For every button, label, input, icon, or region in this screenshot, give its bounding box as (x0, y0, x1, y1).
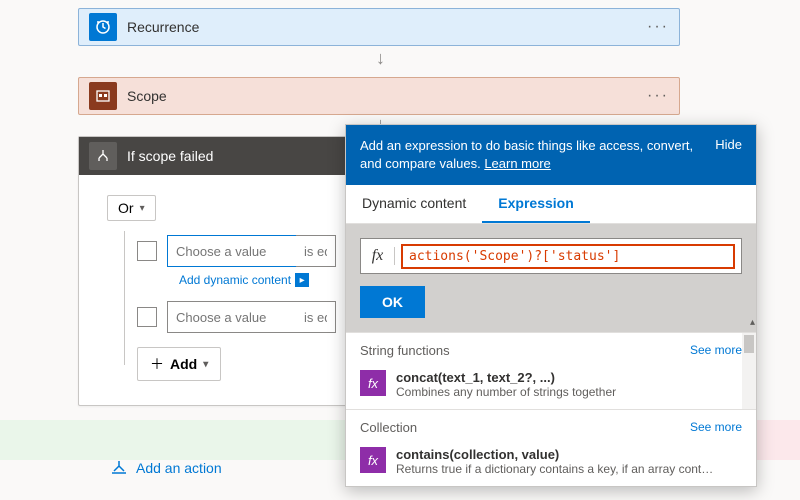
section-title: String functions (360, 343, 450, 358)
more-icon[interactable]: ··· (647, 87, 669, 105)
tree-line (124, 231, 125, 365)
scroll-up-icon[interactable]: ▴ (750, 317, 755, 328)
add-action-icon (110, 459, 128, 477)
hide-button[interactable]: Hide (715, 137, 742, 152)
learn-more-link[interactable]: Learn more (484, 156, 550, 171)
see-more-link[interactable]: See more (690, 343, 742, 358)
row-checkbox[interactable] (137, 307, 157, 327)
fx-icon: fx (361, 247, 395, 265)
popover-header: Add an expression to do basic things lik… (346, 125, 756, 185)
section-title: Collection (360, 420, 417, 435)
add-action-button[interactable]: Add an action (110, 459, 222, 477)
function-signature: concat(text_1, text_2?, ...) (396, 370, 616, 385)
more-icon[interactable]: ··· (647, 18, 669, 36)
value-input[interactable] (167, 235, 297, 267)
plus-icon: ＋ (150, 354, 164, 374)
chevron-down-icon: ▾ (140, 203, 145, 214)
value-input[interactable] (167, 301, 297, 333)
function-section-string: ▴ String functions See more fx concat(te… (346, 332, 756, 409)
dynamic-content-badge-icon: ▸ (295, 273, 309, 287)
step-title: Recurrence (127, 19, 647, 35)
function-description: Combines any number of strings together (396, 385, 616, 399)
function-signature: contains(collection, value) (396, 447, 713, 462)
step-title: Scope (127, 88, 647, 104)
group-operator-label: Or (118, 200, 134, 216)
function-icon: fx (360, 370, 386, 396)
step-scope[interactable]: Scope ··· (78, 77, 680, 115)
chevron-down-icon: ▾ (203, 359, 208, 370)
ok-button[interactable]: OK (360, 286, 425, 318)
arrow-down-icon: ↓ (376, 48, 385, 69)
expression-input[interactable] (401, 244, 735, 269)
scope-icon (89, 82, 117, 110)
function-section-collection: Collection See more fx contains(collecti… (346, 409, 756, 486)
group-operator-dropdown[interactable]: Or ▾ (107, 195, 156, 221)
operator-input[interactable] (296, 301, 336, 333)
function-description: Returns true if a dictionary contains a … (396, 462, 713, 476)
tab-dynamic-content[interactable]: Dynamic content (346, 185, 482, 223)
see-more-link[interactable]: See more (690, 420, 742, 435)
popover-tabs: Dynamic content Expression (346, 185, 756, 224)
add-condition-button[interactable]: ＋ Add ▾ (137, 347, 221, 381)
tab-expression[interactable]: Expression (482, 185, 589, 223)
function-item-contains[interactable]: fx contains(collection, value) Returns t… (346, 441, 756, 486)
expression-popover: Add an expression to do basic things lik… (345, 124, 757, 487)
scrollbar[interactable] (742, 333, 756, 409)
operator-input[interactable] (296, 235, 336, 267)
condition-icon (89, 142, 117, 170)
expression-editor-area: fx OK (346, 224, 756, 332)
row-checkbox[interactable] (137, 241, 157, 261)
function-icon: fx (360, 447, 386, 473)
step-recurrence[interactable]: Recurrence ··· (78, 8, 680, 46)
clock-icon (89, 13, 117, 41)
function-item-concat[interactable]: fx concat(text_1, text_2?, ...) Combines… (346, 364, 756, 409)
